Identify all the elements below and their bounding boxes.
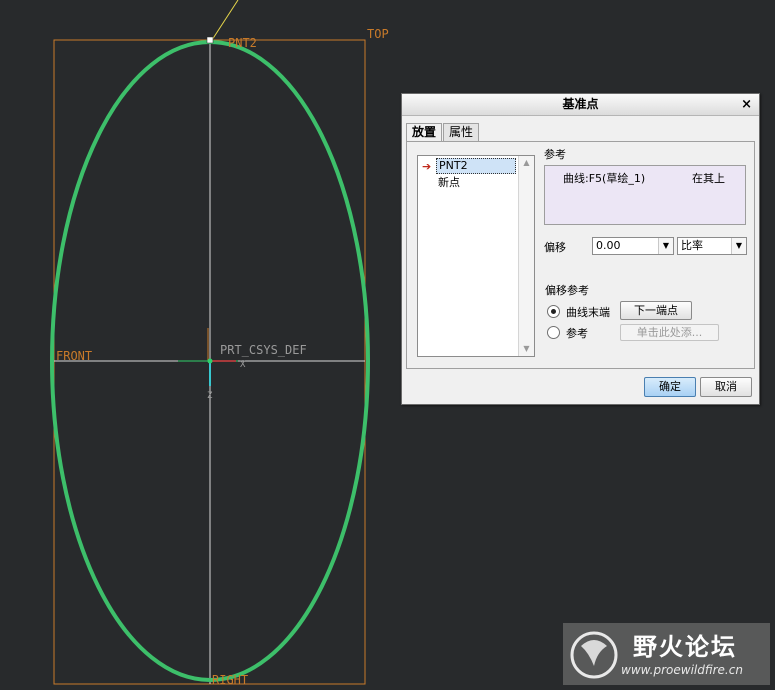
pnt2-label: PNT2 (228, 36, 257, 50)
offset-reference-label: 偏移参考 (545, 284, 589, 297)
references-label: 参考 (544, 148, 566, 161)
offset-value: 0.00 (596, 239, 621, 252)
point-list-item-new[interactable]: 新点 (436, 176, 462, 190)
close-icon[interactable]: × (741, 94, 752, 115)
chevron-down-icon[interactable]: ▼ (658, 238, 673, 254)
watermark-url: www.proewildfire.cn (621, 663, 743, 677)
radio-curve-end[interactable] (547, 305, 560, 318)
right-plane-label: RIGHT (212, 673, 248, 687)
datum-point-dialog: 基准点 × 放置 属性 ➔ PNT2 新点 ▲ ▼ 参考 曲线:F5(草绘_1)… (401, 93, 760, 405)
point-list-scrollbar[interactable]: ▲ ▼ (518, 156, 534, 356)
radio-reference[interactable] (547, 326, 560, 339)
chevron-down-icon[interactable]: ▼ (731, 238, 746, 254)
tab-placement[interactable]: 放置 (406, 123, 443, 142)
watermark-logo-icon (570, 631, 618, 679)
next-endpoint-button[interactable]: 下一端点 (620, 301, 692, 320)
click-to-add-reference-field[interactable]: 单击此处添... (620, 324, 719, 341)
leader-line (211, 0, 239, 41)
reference-curve-entry[interactable]: 曲线:F5(草绘_1) (563, 170, 645, 186)
radio-curve-end-label[interactable]: 曲线末端 (566, 304, 610, 320)
csys-label: PRT_CSYS_DEF (220, 343, 307, 357)
cancel-button[interactable]: 取消 (700, 377, 752, 397)
scroll-up-icon[interactable]: ▲ (519, 156, 534, 170)
radio-reference-label[interactable]: 参考 (566, 325, 588, 341)
csys-origin-marker (207, 358, 213, 364)
z-axis-label: Z (207, 391, 213, 401)
reference-constraint-entry[interactable]: 在其上 (692, 170, 725, 186)
offset-mode-select[interactable]: 比率 ▼ (677, 237, 747, 255)
ok-button[interactable]: 确定 (644, 377, 696, 397)
scroll-down-icon[interactable]: ▼ (519, 342, 534, 356)
offset-label: 偏移 (544, 241, 566, 254)
x-axis-label: X (240, 360, 246, 370)
front-plane-label: FRONT (56, 349, 92, 363)
dialog-title: 基准点 (562, 97, 599, 111)
forum-watermark: 野火论坛 www.proewildfire.cn (563, 623, 770, 685)
tab-bar: 放置 属性 (406, 123, 480, 142)
offset-mode-value: 比率 (681, 239, 703, 252)
references-collector[interactable]: 曲线:F5(草绘_1) 在其上 (544, 165, 746, 225)
dialog-titlebar[interactable]: 基准点 × (402, 94, 759, 116)
placement-panel: ➔ PNT2 新点 ▲ ▼ 参考 曲线:F5(草绘_1) 在其上 偏移 0.00… (406, 141, 755, 369)
tab-properties[interactable]: 属性 (443, 123, 480, 141)
point-list-item-pnt2[interactable]: PNT2 (436, 158, 516, 174)
offset-value-combo[interactable]: 0.00 ▼ (592, 237, 674, 255)
top-plane-label: TOP (367, 27, 389, 41)
pnt2-marker[interactable] (206, 36, 214, 44)
watermark-title: 野火论坛 (633, 633, 737, 661)
current-point-arrow-icon: ➔ (422, 160, 432, 173)
point-list[interactable]: ➔ PNT2 新点 ▲ ▼ (417, 155, 535, 357)
